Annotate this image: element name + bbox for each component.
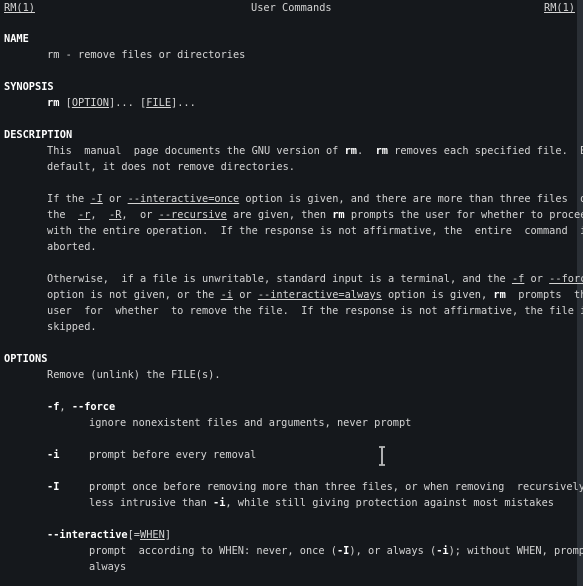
option-i-desc: prompt before every removal bbox=[89, 449, 257, 461]
section-heading-options: OPTIONS bbox=[4, 353, 48, 365]
option-force-flag: -f, --force bbox=[47, 401, 116, 413]
description-p1-line2: default, it does not remove directories. bbox=[47, 161, 295, 173]
option-interactive-desc-line2: always bbox=[89, 561, 127, 573]
section-heading-description: DESCRIPTION bbox=[4, 129, 73, 141]
option-force-desc: ignore nonexistent files and arguments, … bbox=[89, 417, 412, 429]
man-header-title: User Commands bbox=[251, 2, 332, 14]
option-I-flag: -I bbox=[47, 481, 60, 493]
description-p2-line1: If the -I or --interactive=once option i… bbox=[47, 193, 583, 205]
option-I-desc-line1: prompt once before removing more than th… bbox=[89, 481, 583, 493]
name-text: rm - remove files or directories bbox=[47, 49, 246, 61]
description-p1-line1: This manual page documents the GNU versi… bbox=[47, 145, 583, 157]
option-interactive-flag: --interactive[=WHEN] bbox=[47, 529, 172, 541]
option-I-desc-line2: less intrusive than -i, while still givi… bbox=[89, 497, 554, 509]
description-p3-line4: skipped. bbox=[47, 321, 97, 333]
description-p2-line2: the -r, -R, or --recursive are given, th… bbox=[47, 209, 583, 221]
options-intro: Remove (unlink) the FILE(s). bbox=[47, 369, 221, 381]
description-p3-line1: Otherwise, if a file is unwritable, stan… bbox=[47, 273, 583, 285]
section-heading-synopsis: SYNOPSIS bbox=[4, 81, 54, 93]
text-cursor-icon bbox=[379, 446, 385, 466]
description-p3-line2: option is not given, or the -i or --inte… bbox=[47, 289, 583, 301]
description-p3-line3: user for whether to remove the file. If … bbox=[47, 305, 583, 317]
description-p2-line3: with the entire operation. If the respon… bbox=[47, 225, 583, 237]
section-heading-name: NAME bbox=[4, 33, 29, 45]
man-header-right: RM(1) bbox=[544, 2, 575, 14]
synopsis-line: rm [OPTION]... [FILE]... bbox=[47, 97, 196, 109]
description-p2-line4: aborted. bbox=[47, 241, 97, 253]
option-i-flag: -i bbox=[47, 449, 60, 461]
terminal-window[interactable]: RM(1) User Commands RM(1) NAME rm - remo… bbox=[0, 0, 583, 586]
option-interactive-desc-line1: prompt according to WHEN: never, once (-… bbox=[89, 545, 583, 557]
man-header-left: RM(1) bbox=[4, 2, 35, 14]
